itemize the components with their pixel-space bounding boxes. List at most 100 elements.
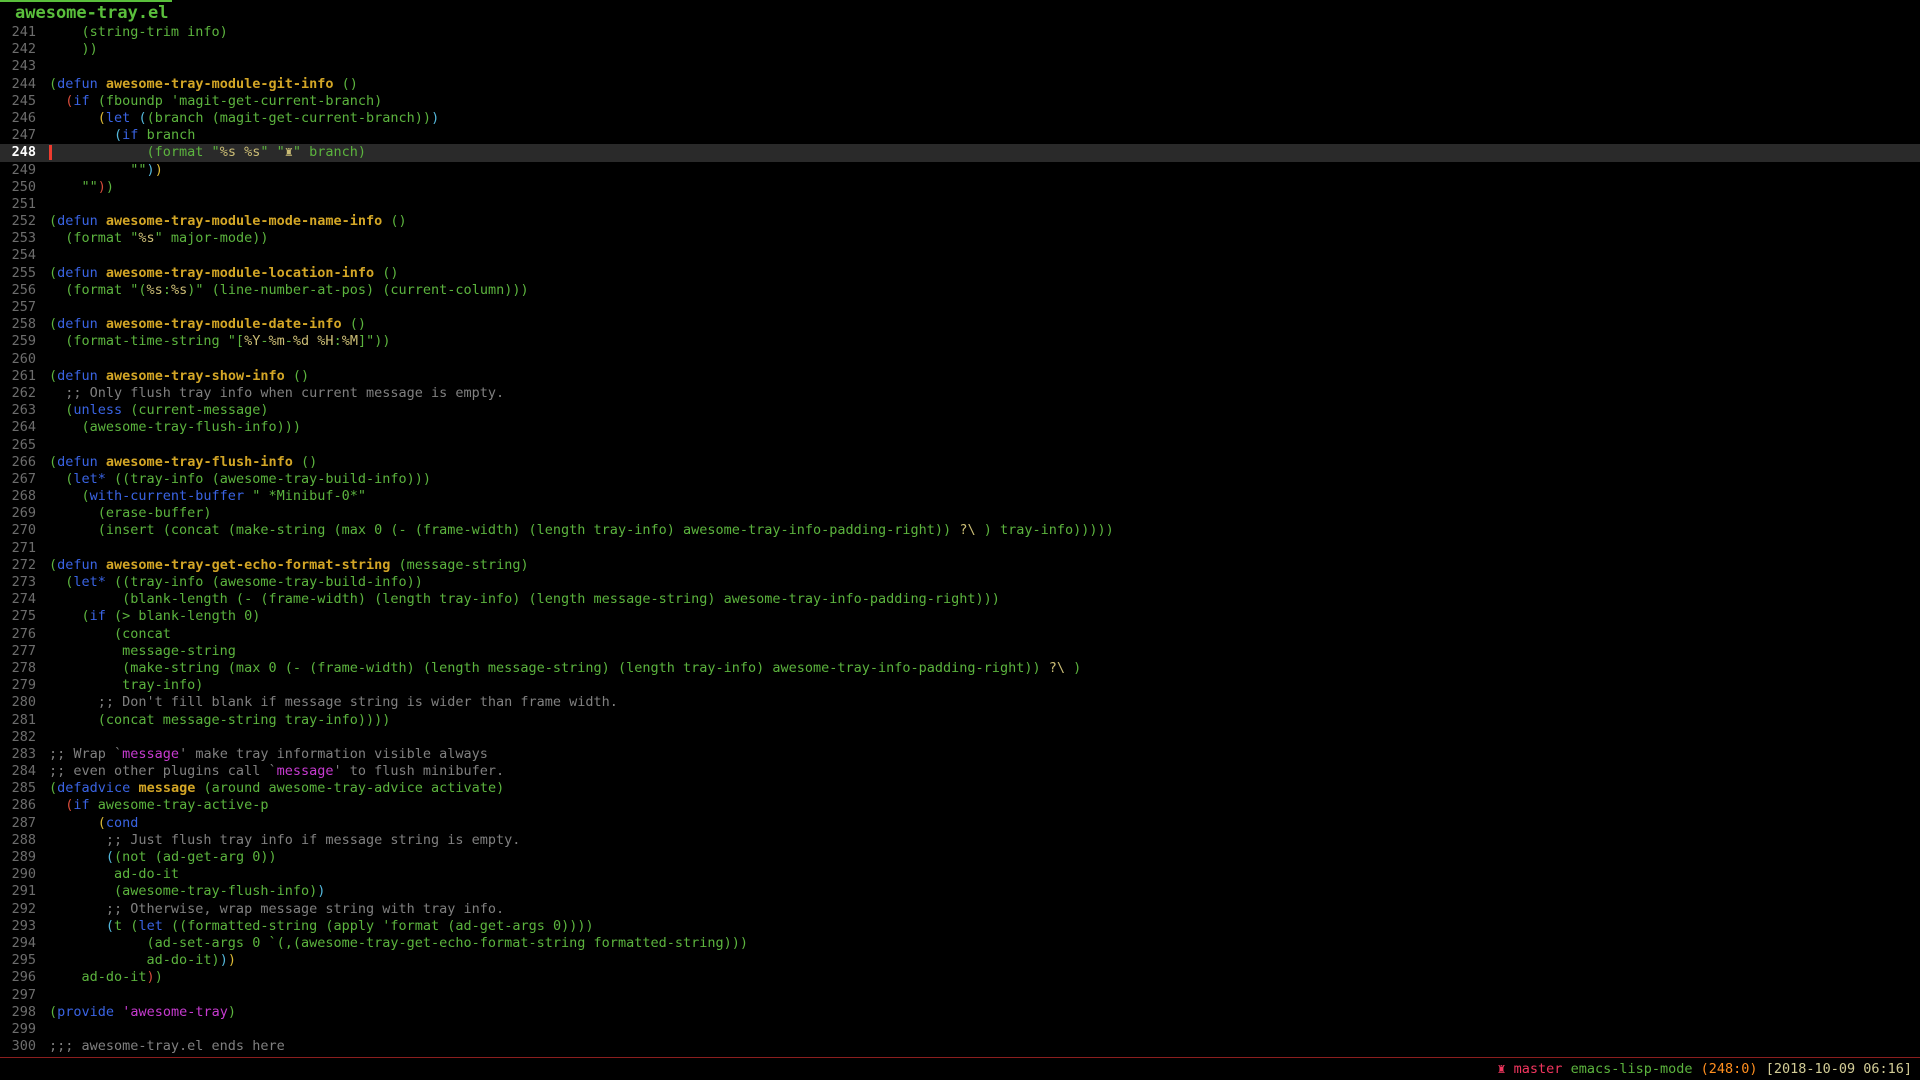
code-line[interactable]: 285(defadvice message (around awesome-tr… xyxy=(0,780,1920,797)
code-token: if xyxy=(122,127,138,143)
code-line[interactable]: 289 ((not (ad-get-arg 0)) xyxy=(0,849,1920,866)
code-token: ) tray-info))))) xyxy=(976,522,1114,538)
code-line[interactable]: 294 (ad-set-args 0 `(,(awesome-tray-get-… xyxy=(0,935,1920,952)
code-line[interactable]: 269 (erase-buffer) xyxy=(0,505,1920,522)
code-token xyxy=(98,213,106,229)
code-line[interactable]: 250 "")) xyxy=(0,179,1920,196)
code-line[interactable]: 243 xyxy=(0,58,1920,75)
code-line[interactable]: 252(defun awesome-tray-module-mode-name-… xyxy=(0,213,1920,230)
code-token xyxy=(98,557,106,573)
line-number: 248 xyxy=(0,144,36,161)
code-line[interactable]: 255(defun awesome-tray-module-location-i… xyxy=(0,265,1920,282)
code-token: t ( xyxy=(114,918,138,934)
code-line[interactable]: 286 (if awesome-tray-active-p xyxy=(0,797,1920,814)
code-token: (format-time-string "[ xyxy=(49,333,244,349)
code-line[interactable]: 261(defun awesome-tray-show-info () xyxy=(0,368,1920,385)
code-line[interactable]: 254 xyxy=(0,247,1920,264)
code-line[interactable]: 260 xyxy=(0,351,1920,368)
code-line[interactable]: 275 (if (> blank-length 0) xyxy=(0,608,1920,625)
code-token: 'awesome-tray xyxy=(122,1004,228,1020)
code-token: let* xyxy=(73,574,106,590)
code-line[interactable]: 245 (if (fboundp 'magit-get-current-bran… xyxy=(0,93,1920,110)
code-token: (ad-set-args 0 `(,(awesome-tray-get-echo… xyxy=(49,935,748,951)
code-line[interactable]: 271 xyxy=(0,540,1920,557)
code-line[interactable]: 258(defun awesome-tray-module-date-info … xyxy=(0,316,1920,333)
code-line[interactable]: 280 ;; Don't fill blank if message strin… xyxy=(0,694,1920,711)
code-token: )" (line-number-at-pos) (current-column)… xyxy=(187,282,528,298)
code-line[interactable]: 241 (string-trim info) xyxy=(0,24,1920,41)
code-token: message xyxy=(122,746,179,762)
code-line[interactable]: 300;;; awesome-tray.el ends here xyxy=(0,1038,1920,1055)
line-number: 275 xyxy=(0,608,36,625)
line-number: 274 xyxy=(0,591,36,608)
code-line[interactable]: 266(defun awesome-tray-flush-info () xyxy=(0,454,1920,471)
line-number: 280 xyxy=(0,694,36,711)
code-line[interactable]: 257 xyxy=(0,299,1920,316)
code-token: ( xyxy=(49,316,57,332)
code-line[interactable]: 282 xyxy=(0,729,1920,746)
code-token: %H xyxy=(317,333,333,349)
code-token: (current-message) xyxy=(122,402,268,418)
code-token: ) xyxy=(98,179,106,195)
code-token: ((tray-info (awesome-tray-build-info)) xyxy=(106,574,423,590)
code-line[interactable]: 265 xyxy=(0,437,1920,454)
code-line[interactable]: 290 ad-do-it xyxy=(0,866,1920,883)
code-token xyxy=(98,316,106,332)
code-line[interactable]: 277 message-string xyxy=(0,643,1920,660)
code-line[interactable]: 279 tray-info) xyxy=(0,677,1920,694)
code-token: awesome-tray-active-p xyxy=(90,797,269,813)
code-line[interactable]: 251 xyxy=(0,196,1920,213)
code-line[interactable]: 281 (concat message-string tray-info)))) xyxy=(0,712,1920,729)
line-number: 263 xyxy=(0,402,36,419)
code-line[interactable]: 259 (format-time-string "[%Y-%m-%d %H:%M… xyxy=(0,333,1920,350)
code-line[interactable]: 296 ad-do-it)) xyxy=(0,969,1920,986)
code-token: ad-do-it xyxy=(49,969,147,985)
code-line[interactable]: 299 xyxy=(0,1021,1920,1038)
code-line[interactable]: 288 ;; Just flush tray info if message s… xyxy=(0,832,1920,849)
code-token: " " xyxy=(260,144,284,160)
code-line[interactable]: 256 (format "(%s:%s)" (line-number-at-po… xyxy=(0,282,1920,299)
code-line[interactable]: 298(provide 'awesome-tray) xyxy=(0,1004,1920,1021)
code-token: defun xyxy=(57,265,98,281)
code-line[interactable]: 263 (unless (current-message) xyxy=(0,402,1920,419)
code-line[interactable]: 262 ;; Only flush tray info when current… xyxy=(0,385,1920,402)
code-line[interactable]: 274 (blank-length (- (frame-width) (leng… xyxy=(0,591,1920,608)
code-line[interactable]: 246 (let ((branch (magit-get-current-bra… xyxy=(0,110,1920,127)
code-line[interactable]: 278 (make-string (max 0 (- (frame-width)… xyxy=(0,660,1920,677)
code-line[interactable]: 268 (with-current-buffer " *Minibuf-0*" xyxy=(0,488,1920,505)
code-line[interactable]: 295 ad-do-it))) xyxy=(0,952,1920,969)
code-line[interactable]: 273 (let* ((tray-info (awesome-tray-buil… xyxy=(0,574,1920,591)
code-line[interactable]: 284;; even other plugins call `message' … xyxy=(0,763,1920,780)
line-number: 250 xyxy=(0,179,36,196)
code-line[interactable]: 297 xyxy=(0,987,1920,1004)
code-line[interactable]: 276 (concat xyxy=(0,626,1920,643)
code-line[interactable]: 283;; Wrap `message' make tray informati… xyxy=(0,746,1920,763)
code-token: ( xyxy=(49,488,90,504)
code-line[interactable]: 287 (cond xyxy=(0,815,1920,832)
code-token xyxy=(98,454,106,470)
code-editor[interactable]: 241 (string-trim info)242 ))243244(defun… xyxy=(0,24,1920,1055)
code-line[interactable]: 242 )) xyxy=(0,41,1920,58)
code-token: (make-string (max 0 (- (frame-width) (le… xyxy=(49,660,1049,676)
code-line[interactable]: 270 (insert (concat (make-string (max 0 … xyxy=(0,522,1920,539)
code-line[interactable]: 267 (let* ((tray-info (awesome-tray-buil… xyxy=(0,471,1920,488)
code-token xyxy=(98,265,106,281)
code-line[interactable]: 292 ;; Otherwise, wrap message string wi… xyxy=(0,901,1920,918)
code-line[interactable]: 248 (format "%s %s" "♜" branch) xyxy=(0,144,1920,161)
code-line[interactable]: 249 "")) xyxy=(0,162,1920,179)
code-token: ( xyxy=(49,780,57,796)
code-line[interactable]: 247 (if branch xyxy=(0,127,1920,144)
code-line[interactable]: 293 (t (let ((formatted-string (apply 'f… xyxy=(0,918,1920,935)
code-line[interactable]: 272(defun awesome-tray-get-echo-format-s… xyxy=(0,557,1920,574)
code-token: %M xyxy=(342,333,358,349)
code-token xyxy=(49,93,65,109)
line-number: 292 xyxy=(0,901,36,918)
code-token xyxy=(49,797,65,813)
code-line[interactable]: 244(defun awesome-tray-module-git-info (… xyxy=(0,76,1920,93)
code-line[interactable]: 264 (awesome-tray-flush-info))) xyxy=(0,419,1920,436)
line-number: 252 xyxy=(0,213,36,230)
code-line[interactable]: 291 (awesome-tray-flush-info)) xyxy=(0,883,1920,900)
code-token: ((formatted-string (apply 'format (ad-ge… xyxy=(163,918,594,934)
code-token: let xyxy=(138,918,162,934)
code-line[interactable]: 253 (format "%s" major-mode)) xyxy=(0,230,1920,247)
